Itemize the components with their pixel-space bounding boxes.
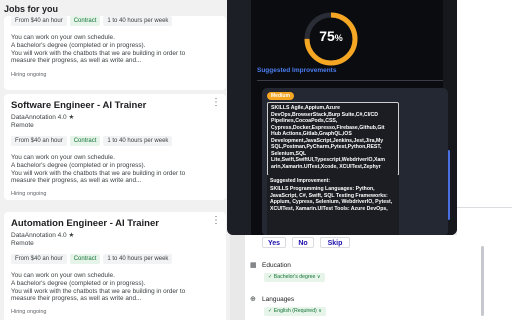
job-title[interactable]: Automation Engineer - AI Trainer [11, 218, 159, 229]
no-button[interactable]: No [292, 237, 314, 248]
desc-line: measure their progress, as well as write… [11, 295, 142, 303]
contract-chip: Contract [69, 136, 101, 146]
match-score: 75% [302, 28, 360, 44]
suggested-skills-text: SKILLS Programming Languages: Python, Ja… [270, 186, 393, 212]
desc-line: measure their progress, as well as write… [11, 177, 142, 185]
education-chip[interactable]: ✓ Bachelor's degree ∨ [264, 273, 325, 282]
score-value: 75 [319, 28, 335, 44]
globe-icon: ⊕ [250, 296, 256, 303]
skip-button[interactable]: Skip [320, 237, 350, 248]
pay-chip: From $40 an hour [11, 254, 67, 264]
languages-chip[interactable]: ✓ English (Required) ∨ [264, 307, 326, 316]
job-description: You can work on your own schedule. A bac… [11, 154, 211, 185]
desc-line: You can work on your own schedule. [11, 154, 115, 161]
hours-chip: 1 to 40 hours per week [103, 254, 173, 264]
company-name: DataAnnotation 4.0 ★ [11, 113, 74, 121]
education-label: Education [262, 262, 291, 269]
job-card[interactable]: Software Engineer - AI Trainer ⋮ DataAnn… [4, 94, 226, 200]
job-card[interactable]: Automation Engineer - AI Trainer ⋮ DataA… [4, 212, 226, 320]
current-skills-text: SKILLS Agile,Appium,Azure DevOps,Browser… [271, 105, 385, 170]
more-options-icon[interactable]: ⋮ [211, 98, 221, 108]
hours-chip: 1 to 40 hours per week [103, 16, 173, 26]
hiring-status: Hiring ongoing [11, 191, 47, 197]
resume-analysis-panel: 75% Suggested Improvements Medium SKILLS… [227, 0, 457, 235]
company-rating: 4.0 ★ [57, 232, 75, 239]
company-label: DataAnnotation [11, 114, 56, 121]
company-name: DataAnnotation 4.0 ★ [11, 231, 74, 239]
contract-chip: Contract [69, 16, 101, 26]
hiring-status: Hiring ongoing [11, 72, 47, 78]
more-options-icon[interactable]: ⋮ [211, 216, 221, 226]
score-unit: % [334, 33, 343, 43]
desc-line: You will work with the chatbots that we … [11, 49, 186, 57]
screen: Jobs for you From $40 an hour Contract 1… [0, 0, 512, 320]
job-chips: From $40 an hour Contract 1 to 40 hours … [11, 136, 173, 146]
desc-line: You will work with the chatbots that we … [11, 169, 186, 177]
desc-line: measure their progress, as well as write… [11, 57, 142, 65]
suggested-improvements-heading: Suggested Improvements [257, 67, 337, 74]
suggested-skills-box: Suggested Improvement: SKILLS Programmin… [267, 175, 399, 235]
job-location: Remote [11, 122, 34, 129]
desc-line: A bachelor's degree (completed or in pro… [11, 279, 146, 287]
job-card[interactable]: From $40 an hour Contract 1 to 40 hours … [4, 16, 226, 90]
suggested-label: Suggested Improvement: [270, 178, 331, 184]
desc-line: A bachelor's degree (completed or in pro… [11, 41, 146, 49]
divider [457, 207, 512, 208]
company-label: DataAnnotation [11, 232, 56, 239]
desc-line: You can work on your own schedule. [11, 34, 115, 41]
job-description: You can work on your own schedule. A bac… [11, 34, 211, 65]
job-location: Remote [11, 240, 34, 247]
contract-chip: Contract [69, 254, 101, 264]
divider [257, 80, 443, 81]
job-chips: From $40 an hour Contract 1 to 40 hours … [11, 254, 173, 264]
yes-button[interactable]: Yes [262, 237, 286, 248]
desc-line: You can work on your own schedule. [11, 272, 115, 279]
languages-label: Languages [262, 296, 295, 303]
desc-line: You will work with the chatbots that we … [11, 287, 186, 295]
job-title[interactable]: Software Engineer - AI Trainer [11, 100, 146, 111]
desc-line: A bachelor's degree (completed or in pro… [11, 161, 146, 169]
jobs-list-pane: Jobs for you From $40 an hour Contract 1… [0, 0, 230, 320]
severity-badge: Medium [267, 92, 294, 100]
job-description: You can work on your own schedule. A bac… [11, 272, 211, 303]
company-rating: 4.0 ★ [57, 114, 75, 121]
hours-chip: 1 to 40 hours per week [103, 136, 173, 146]
current-skills-box: SKILLS Agile,Appium,Azure DevOps,Browser… [267, 102, 399, 176]
pay-chip: From $40 an hour [11, 16, 67, 26]
pay-chip: From $40 an hour [11, 136, 67, 146]
education-icon: ▦ [250, 262, 257, 269]
suggestion-card: Medium SKILLS Agile,Appium,Azure DevOps,… [262, 88, 448, 235]
page-scrollbar[interactable] [481, 246, 484, 316]
hiring-status: Hiring ongoing [11, 309, 47, 315]
jobs-heading: Jobs for you [4, 4, 59, 14]
job-chips: From $40 an hour Contract 1 to 40 hours … [11, 16, 173, 26]
